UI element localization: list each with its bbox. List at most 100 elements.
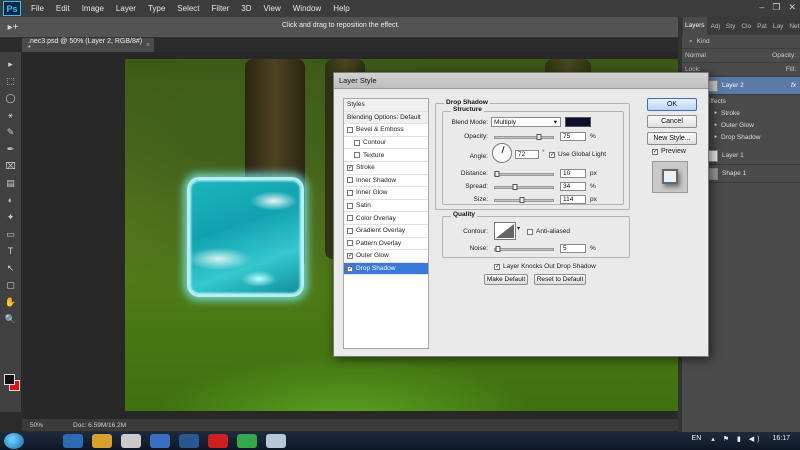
angle-input[interactable]: 72 <box>515 150 539 159</box>
preview-checkbox[interactable]: ✓ <box>652 149 658 155</box>
layer-filter-row[interactable]: ⌕ Kind <box>682 35 800 49</box>
layer-blend-mode[interactable]: Normal <box>685 52 706 59</box>
slider-thumb[interactable] <box>536 134 541 140</box>
style-checkbox[interactable]: ✓ <box>347 265 353 272</box>
tool-icon[interactable]: ↖ <box>4 262 18 275</box>
foreground-color-swatch[interactable] <box>4 374 15 385</box>
panel-tab-sty[interactable]: Sty <box>724 23 737 30</box>
style-item-bevel-emboss[interactable]: Bevel & Emboss <box>344 124 428 137</box>
panel-tab-layers[interactable]: Layers <box>683 17 707 35</box>
contour-picker[interactable] <box>494 222 516 240</box>
tool-icon[interactable]: ▭ <box>4 228 18 241</box>
cancel-button[interactable]: Cancel <box>647 115 697 128</box>
style-item-texture[interactable]: Texture <box>344 149 428 162</box>
style-checkbox[interactable] <box>347 189 353 196</box>
opacity-input[interactable]: 75 <box>560 132 586 141</box>
language-indicator[interactable]: EN <box>692 435 702 443</box>
make-default-button[interactable]: Make Default <box>484 274 528 285</box>
style-checkbox[interactable] <box>347 227 353 234</box>
style-item-outer-glow[interactable]: ✓ Outer Glow <box>344 250 428 263</box>
minimize-icon[interactable]: – <box>759 2 764 13</box>
opacity-slider[interactable] <box>494 134 554 140</box>
shadow-color-swatch[interactable] <box>565 117 591 127</box>
zoom-level[interactable]: 50% <box>30 422 43 429</box>
fx-icon[interactable]: fx <box>791 82 796 89</box>
style-item-inner-glow[interactable]: Inner Glow <box>344 187 428 200</box>
style-item-drop-shadow[interactable]: ✓ Drop Shadow <box>344 262 428 276</box>
taskbar-app-icon[interactable] <box>92 434 112 448</box>
style-checkbox[interactable] <box>347 202 353 209</box>
reset-to-default-button[interactable]: Reset to Default <box>534 274 586 285</box>
angle-dial[interactable] <box>492 143 512 163</box>
tool-icon[interactable]: T <box>4 245 18 258</box>
tool-icon[interactable]: ▢ <box>4 279 18 292</box>
tool-icon[interactable]: 🔍 <box>4 313 18 326</box>
panel-tab-pat[interactable]: Pat <box>755 23 769 30</box>
menu-filter[interactable]: Filter <box>206 4 236 13</box>
tray-icons[interactable]: ▴ ⚑ ▮ ◀) <box>711 435 762 443</box>
style-checkbox[interactable] <box>347 126 353 133</box>
knockout-checkbox[interactable]: ✓ <box>494 264 500 270</box>
menu-view[interactable]: View <box>258 4 287 13</box>
style-checkbox[interactable] <box>347 177 353 184</box>
style-item-blending-options-default[interactable]: Blending Options: Default <box>344 111 428 125</box>
tool-icon[interactable]: ▸ <box>4 58 18 71</box>
anti-aliased-checkbox[interactable] <box>527 229 533 235</box>
eye-icon[interactable]: ● <box>714 110 717 116</box>
style-item-contour[interactable]: Contour <box>344 137 428 150</box>
eye-icon[interactable]: ● <box>714 122 717 128</box>
dialog-title[interactable]: Layer Style <box>334 73 708 89</box>
chevron-down-icon[interactable]: ▾ <box>517 225 520 232</box>
menu-select[interactable]: Select <box>171 4 205 13</box>
taskbar-app-icon[interactable] <box>266 434 286 448</box>
restore-icon[interactable]: ❐ <box>772 2 780 13</box>
slider-thumb[interactable] <box>494 171 500 177</box>
distance-input[interactable]: 10 <box>560 169 586 178</box>
menu-3d[interactable]: 3D <box>235 4 257 13</box>
kind-filter[interactable]: Kind <box>697 38 710 45</box>
menu-window[interactable]: Window <box>287 4 327 13</box>
style-item-inner-shadow[interactable]: Inner Shadow <box>344 175 428 188</box>
taskbar-app-icon[interactable] <box>150 434 170 448</box>
noise-slider[interactable] <box>494 246 554 252</box>
panel-tab-net[interactable]: Net <box>787 23 800 30</box>
spread-input[interactable]: 34 <box>560 182 586 191</box>
style-checkbox[interactable]: ✓ <box>347 164 353 171</box>
blend-mode-select[interactable]: Multiply ▾ <box>491 117 561 127</box>
taskbar-app-icon[interactable] <box>179 434 199 448</box>
document-tab[interactable]: .nec3.psd @ 50% (Layer 2, RGB/8#) * × <box>22 38 154 52</box>
panel-tab-clo[interactable]: Clo <box>739 23 753 30</box>
tool-icon[interactable]: ⌧ <box>4 160 18 173</box>
noise-input[interactable]: 5 <box>560 244 586 253</box>
taskbar-app-icon[interactable] <box>63 434 83 448</box>
style-checkbox[interactable] <box>354 152 360 159</box>
style-checkbox[interactable] <box>347 240 353 247</box>
tool-icon[interactable]: ⚹ <box>4 109 18 122</box>
style-checkbox[interactable] <box>347 215 353 222</box>
taskbar-app-icon[interactable] <box>237 434 257 448</box>
style-item-stroke[interactable]: ✓ Stroke <box>344 162 428 175</box>
style-item-styles[interactable]: Styles <box>344 99 428 112</box>
move-tool-icon[interactable]: ▸+ <box>0 22 26 33</box>
tool-icon[interactable]: ✦ <box>4 211 18 224</box>
size-input[interactable]: 114 <box>560 195 586 204</box>
tool-icon[interactable]: ▤ <box>4 177 18 190</box>
taskbar-app-icon[interactable] <box>121 434 141 448</box>
ok-button[interactable]: OK <box>647 98 697 111</box>
close-icon[interactable]: × <box>146 42 150 49</box>
eye-icon[interactable]: ● <box>714 134 717 140</box>
menu-edit[interactable]: Edit <box>50 4 76 13</box>
style-item-color-overlay[interactable]: Color Overlay <box>344 212 428 225</box>
taskbar-app-icon[interactable] <box>208 434 228 448</box>
style-item-gradient-overlay[interactable]: Gradient Overlay <box>344 225 428 238</box>
tool-icon[interactable]: ◯ <box>4 92 18 105</box>
menu-help[interactable]: Help <box>327 4 355 13</box>
slider-thumb[interactable] <box>512 184 518 190</box>
menu-image[interactable]: Image <box>76 4 110 13</box>
use-global-light-checkbox[interactable]: ✓ <box>549 152 555 158</box>
blend-opacity-row[interactable]: Normal Opacity: <box>682 49 800 63</box>
clock[interactable]: 16:17 <box>772 435 790 443</box>
slider-thumb[interactable] <box>519 197 525 203</box>
style-checkbox[interactable]: ✓ <box>347 252 353 259</box>
start-button[interactable] <box>4 433 24 449</box>
